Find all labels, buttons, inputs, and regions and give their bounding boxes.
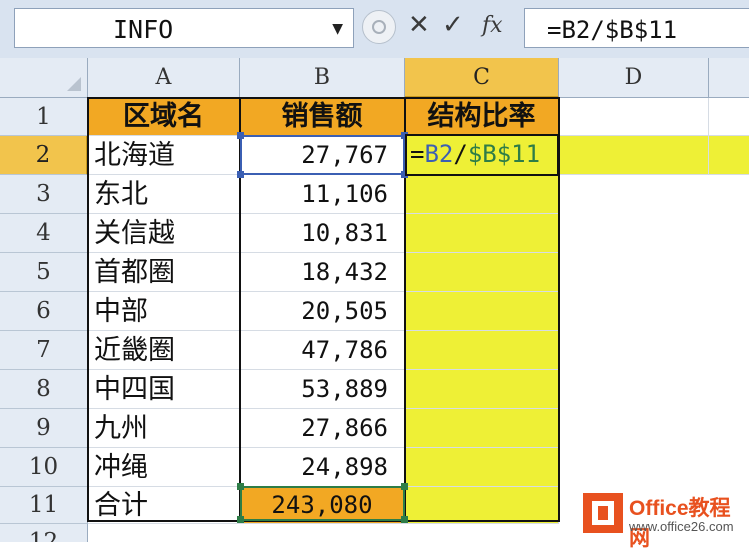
row-header-11[interactable]: 11 [0,487,88,524]
reference-highlight-b2 [240,135,405,175]
formula-buttons: ✕ ✓ fx [362,8,518,48]
ratio-cell[interactable] [405,448,559,487]
row-header-8[interactable]: 8 [0,370,88,409]
cell-d2[interactable] [559,136,709,175]
cell-d1[interactable] [559,98,709,136]
watermark-logo: Office教程网 www.office26.com [583,486,749,550]
ratio-cell[interactable] [405,292,559,331]
row-header-3[interactable]: 3 [0,175,88,214]
column-header-e[interactable] [709,58,749,98]
formula-input[interactable]: =B2/$B$11 [524,8,749,48]
chevron-down-icon[interactable]: ▼ [332,21,343,37]
sales-cell[interactable]: 20,505 [240,292,405,331]
cancel-icon[interactable]: ✕ [408,10,430,40]
sales-cell[interactable]: 11,106 [240,175,405,214]
cell-formula: =B2/$B$11 [410,140,540,168]
ratio-cell[interactable] [405,409,559,448]
resize-handle[interactable] [237,516,244,523]
region-cell[interactable]: 中四国 [88,370,240,409]
region-cell[interactable]: 关信越 [88,214,240,253]
formula-text: =B2/$B$11 [547,16,678,44]
column-header-b[interactable]: B [240,58,405,98]
select-all-corner[interactable] [0,58,88,98]
cell-e2[interactable] [709,136,749,175]
row-header-12[interactable]: 12 [0,524,88,542]
row-header-1[interactable]: 1 [0,98,88,136]
row-header-5[interactable]: 5 [0,253,88,292]
row-header-4[interactable]: 4 [0,214,88,253]
region-cell[interactable]: 东北 [88,175,240,214]
formula-bar: INFO ▼ ✕ ✓ fx =B2/$B$11 [0,0,749,59]
formula-ref-b11: $B$11 [467,140,541,168]
resize-handle[interactable] [401,516,408,523]
cell-e1[interactable] [709,98,749,136]
region-cell[interactable]: 冲绳 [88,448,240,487]
header-ratio[interactable]: 结构比率 [405,98,559,136]
total-label-cell[interactable]: 合计 [88,487,240,524]
formula-slash: / [453,140,468,168]
insert-function-icon[interactable]: fx [482,13,503,38]
enter-icon[interactable]: ✓ [442,10,464,40]
header-sales[interactable]: 销售额 [240,98,405,136]
region-cell[interactable]: 九州 [88,409,240,448]
ratio-cell[interactable] [405,214,559,253]
active-cell-c2[interactable]: =B2/$B$11 [405,134,559,176]
office-logo-icon [583,493,623,533]
column-header-a[interactable]: A [88,58,240,98]
column-header-c[interactable]: C [405,58,559,98]
row-header-6[interactable]: 6 [0,292,88,331]
region-cell[interactable]: 近畿圈 [88,331,240,370]
region-cell[interactable]: 中部 [88,292,240,331]
sales-cell[interactable]: 53,889 [240,370,405,409]
row-header-2[interactable]: 2 [0,136,88,175]
ratio-cell[interactable] [405,253,559,292]
sales-cell[interactable]: 24,898 [240,448,405,487]
ratio-cell[interactable] [405,175,559,214]
column-header-d[interactable]: D [559,58,709,98]
region-cell[interactable]: 首都圈 [88,253,240,292]
region-cell[interactable]: 北海道 [88,136,240,175]
name-box-value: INFO [113,15,174,44]
formula-ref-b2: B2 [424,140,454,168]
resize-handle[interactable] [237,171,244,178]
watermark-url: www.office26.com [629,519,734,534]
sales-cell[interactable]: 27,866 [240,409,405,448]
name-box[interactable]: INFO ▼ [14,8,354,48]
resize-handle-icon[interactable] [362,10,396,44]
reference-highlight-b11 [240,486,405,521]
ratio-cell[interactable] [405,331,559,370]
ratio-cell[interactable] [405,487,559,524]
ratio-cell[interactable] [405,370,559,409]
worksheet-grid[interactable]: A B C D 1 2 3 4 5 6 7 8 9 10 11 12 区域名 销… [0,58,749,542]
resize-handle[interactable] [237,132,244,139]
sales-cell[interactable]: 10,831 [240,214,405,253]
sales-cell[interactable]: 47,786 [240,331,405,370]
resize-handle[interactable] [237,483,244,490]
row-header-10[interactable]: 10 [0,448,88,487]
row-header-7[interactable]: 7 [0,331,88,370]
row-header-9[interactable]: 9 [0,409,88,448]
formula-equals: = [410,140,425,168]
header-region[interactable]: 区域名 [88,98,240,136]
resize-handle[interactable] [401,483,408,490]
sales-cell[interactable]: 18,432 [240,253,405,292]
